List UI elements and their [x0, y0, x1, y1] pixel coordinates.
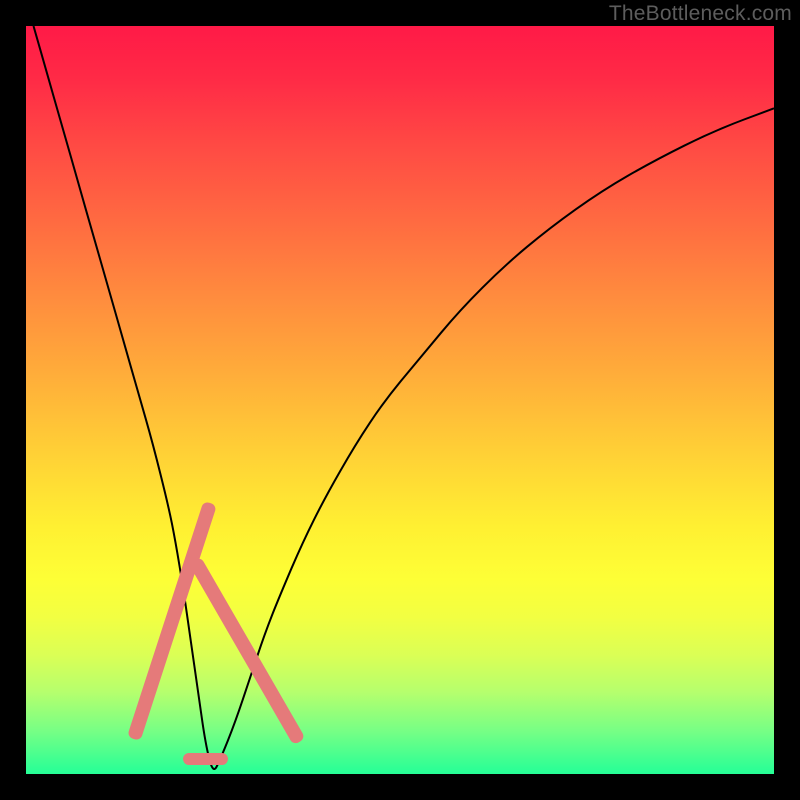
bottleneck-curve [26, 26, 774, 774]
chart-frame: TheBottleneck.com [0, 0, 800, 800]
plot-area [26, 26, 774, 774]
watermark-text: TheBottleneck.com [609, 2, 792, 26]
highlight-band-floor [183, 753, 228, 765]
